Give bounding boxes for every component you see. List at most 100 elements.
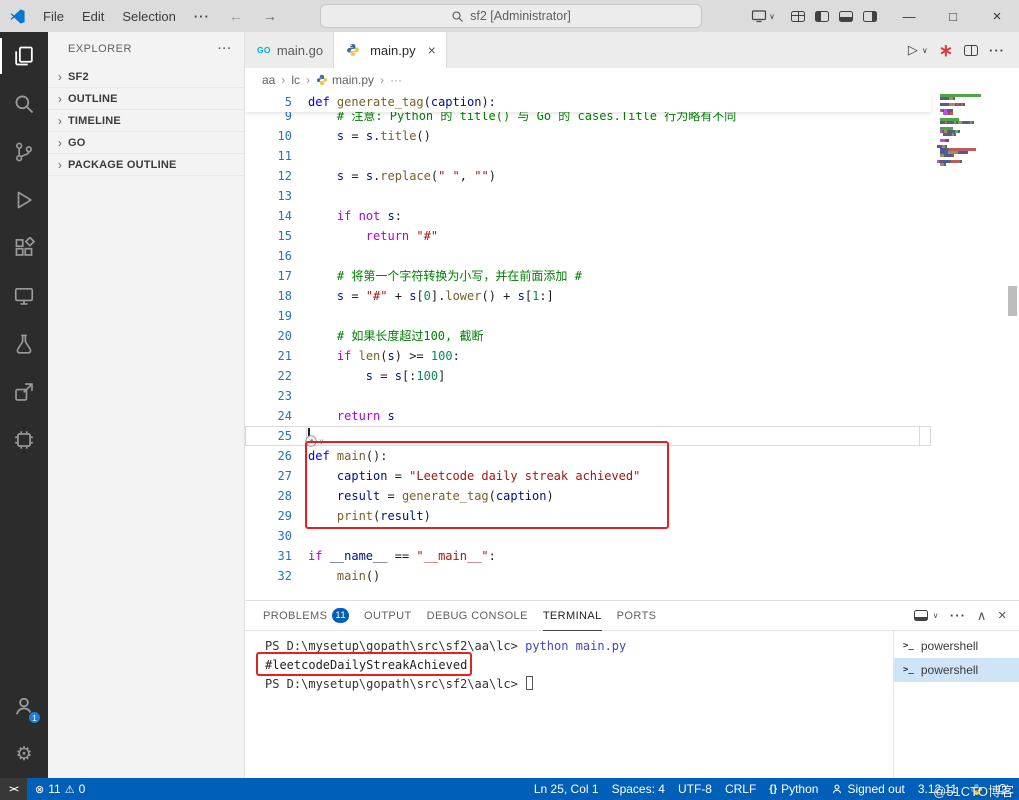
code-line[interactable]: 15 return "#" bbox=[245, 226, 931, 246]
code-line[interactable]: 13 bbox=[245, 186, 931, 206]
extensions-icon[interactable] bbox=[0, 224, 48, 272]
code-line[interactable]: 32 main() bbox=[245, 566, 931, 586]
inline-chat-icon[interactable]: ∨ bbox=[305, 435, 324, 447]
menu-selection[interactable]: Selection bbox=[113, 9, 184, 24]
maximize-panel-icon[interactable]: ∧ bbox=[977, 608, 987, 624]
code-line[interactable]: 11 bbox=[245, 146, 931, 166]
maximize-button[interactable]: □ bbox=[931, 0, 975, 32]
nav-back-icon[interactable]: ← bbox=[219, 8, 253, 24]
accounts-icon[interactable]: 1 bbox=[0, 682, 48, 730]
tab-main-py[interactable]: main.py × bbox=[334, 32, 447, 68]
breadcrumb-item-lc[interactable]: lc bbox=[291, 73, 300, 87]
menu-more-icon[interactable]: ··· bbox=[185, 9, 219, 24]
code-line[interactable]: 21 if len(s) >= 100: bbox=[245, 346, 931, 366]
code-line[interactable]: 17 # 将第一个字符转换为小写，并在前面添加 # bbox=[245, 266, 931, 286]
status-eol[interactable]: CRLF bbox=[725, 782, 756, 796]
search-sidebar-icon[interactable] bbox=[0, 80, 48, 128]
breadcrumb-more[interactable]: ··· bbox=[390, 73, 402, 87]
code-editor[interactable]: 9 # 注意: Python 的 title() 与 Go 的 cases.Ti… bbox=[245, 92, 1019, 600]
run-dropdown-icon[interactable]: ∨ bbox=[922, 46, 928, 55]
sidebar-section-package-outline[interactable]: › PACKAGE OUTLINE bbox=[48, 154, 244, 176]
status-language[interactable]: {} Python bbox=[769, 782, 818, 796]
code-line[interactable]: 31 if __name__ == "__main__": bbox=[245, 546, 931, 566]
close-button[interactable]: × bbox=[975, 0, 1019, 32]
toggle-sidebar-icon[interactable] bbox=[815, 10, 829, 22]
panel-layout-icon[interactable] bbox=[913, 610, 928, 621]
run-debug-icon[interactable] bbox=[0, 176, 48, 224]
remote-explorer-icon[interactable] bbox=[0, 272, 48, 320]
sidebar-more-actions-icon[interactable]: ··· bbox=[218, 43, 232, 55]
status-signed-out[interactable]: Signed out bbox=[831, 782, 905, 796]
code-line[interactable]: 22 s = s[:100] bbox=[245, 366, 931, 386]
code-line[interactable]: 18 s = "#" + s[0].lower() + s[1:] bbox=[245, 286, 931, 306]
split-editor-icon[interactable] bbox=[964, 44, 978, 56]
terminal-output[interactable]: PS D:\mysetup\gopath\src\sf2\aa\lc> pyth… bbox=[245, 631, 893, 778]
notifications-bell-icon[interactable] bbox=[996, 783, 1009, 796]
tab-output[interactable]: OUTPUT bbox=[364, 601, 412, 631]
code-line[interactable]: 23 bbox=[245, 386, 931, 406]
source-control-icon[interactable] bbox=[0, 128, 48, 176]
code-line[interactable]: 24 return s bbox=[245, 406, 931, 426]
editor-scrollbar-thumb[interactable] bbox=[1008, 286, 1017, 316]
tab-main-go[interactable]: GO main.go bbox=[245, 32, 335, 68]
sidebar-section-outline[interactable]: › OUTLINE bbox=[48, 88, 244, 110]
sidebar-section-timeline[interactable]: › TIMELINE bbox=[48, 110, 244, 132]
command-center-search[interactable]: sf2 [Administrator] bbox=[320, 4, 702, 28]
remote-indicator[interactable]: >< bbox=[0, 778, 27, 800]
status-cursor-position[interactable]: Ln 25, Col 1 bbox=[534, 782, 599, 796]
code-line[interactable]: 20 # 如果长度超过100, 截断 bbox=[245, 326, 931, 346]
testing-icon[interactable] bbox=[0, 320, 48, 368]
menu-edit[interactable]: Edit bbox=[73, 9, 113, 24]
line-number: 15 bbox=[277, 229, 292, 243]
status-encoding[interactable]: UTF-8 bbox=[678, 782, 712, 796]
minimap[interactable] bbox=[931, 94, 1005, 166]
panel-layout-chevron-icon[interactable]: ∨ bbox=[933, 611, 939, 620]
status-python-version[interactable]: 3.12.11 bbox=[918, 782, 957, 796]
status-indentation[interactable]: Spaces: 4 bbox=[612, 782, 665, 796]
tab-problems[interactable]: PROBLEMS 11 bbox=[263, 601, 350, 631]
code-line[interactable]: 27 caption = "Leetcode daily streak achi… bbox=[245, 466, 931, 486]
code-line[interactable]: 29 print(result) bbox=[245, 506, 931, 526]
customize-layout-icon[interactable] bbox=[791, 10, 805, 22]
code-line[interactable]: 30 bbox=[245, 526, 931, 546]
line-number: 5 bbox=[284, 95, 292, 109]
code-line[interactable]: 12 s = s.replace(" ", "") bbox=[245, 166, 931, 186]
sidebar-section-go[interactable]: › GO bbox=[48, 132, 244, 154]
line-number: 26 bbox=[277, 449, 292, 463]
code-text: main() bbox=[336, 569, 381, 583]
run-button[interactable]: ▷ bbox=[908, 42, 918, 58]
editor-more-actions-icon[interactable]: ··· bbox=[989, 43, 1005, 58]
settings-gear-icon[interactable]: ⚙ bbox=[0, 730, 48, 778]
terminal-list-item-selected[interactable]: >_ powershell bbox=[894, 658, 1019, 682]
toggle-secondary-sidebar-icon[interactable] bbox=[863, 10, 877, 22]
code-line[interactable]: 19 bbox=[245, 306, 931, 326]
explorer-icon[interactable] bbox=[0, 32, 48, 80]
panel-more-actions-icon[interactable]: ··· bbox=[950, 608, 966, 623]
tab-terminal[interactable]: TERMINAL bbox=[543, 601, 602, 631]
breadcrumb-item-file[interactable]: main.py bbox=[332, 73, 374, 87]
python-logo-icon[interactable] bbox=[970, 783, 983, 796]
code-line[interactable]: 25 bbox=[245, 426, 931, 446]
minimize-button[interactable]: — bbox=[887, 0, 931, 32]
terminal-list-item[interactable]: >_ powershell bbox=[894, 634, 1019, 658]
code-line[interactable]: 28 result = generate_tag(caption) bbox=[245, 486, 931, 506]
export-tool-icon[interactable] bbox=[0, 368, 48, 416]
toggle-panel-icon[interactable] bbox=[839, 10, 853, 22]
close-panel-icon[interactable]: × bbox=[998, 607, 1007, 624]
screen-share-icon[interactable]: ∨ bbox=[751, 8, 775, 24]
sticky-code-line[interactable]: 5 def generate_tag(caption): bbox=[245, 92, 931, 112]
menu-file[interactable]: File bbox=[34, 9, 73, 24]
code-line[interactable]: 16 bbox=[245, 246, 931, 266]
nav-forward-icon[interactable]: → bbox=[253, 8, 287, 24]
problems-status[interactable]: ⊗ 11 ⚠ 0 bbox=[27, 778, 93, 800]
code-line[interactable]: 26 def main(): bbox=[245, 446, 931, 466]
code-line[interactable]: 14 if not s: bbox=[245, 206, 931, 226]
tab-ports[interactable]: PORTS bbox=[617, 601, 657, 631]
tab-debug-console[interactable]: DEBUG CONSOLE bbox=[427, 601, 528, 631]
chip-tool-icon[interactable] bbox=[0, 416, 48, 464]
code-runner-icon[interactable]: ∗ bbox=[939, 42, 953, 59]
close-tab-icon[interactable]: × bbox=[428, 42, 436, 58]
sidebar-section-sf2[interactable]: › SF2 bbox=[48, 66, 244, 88]
code-line[interactable]: 10 s = s.title() bbox=[245, 126, 931, 146]
breadcrumb-item-aa[interactable]: aa bbox=[262, 73, 275, 87]
